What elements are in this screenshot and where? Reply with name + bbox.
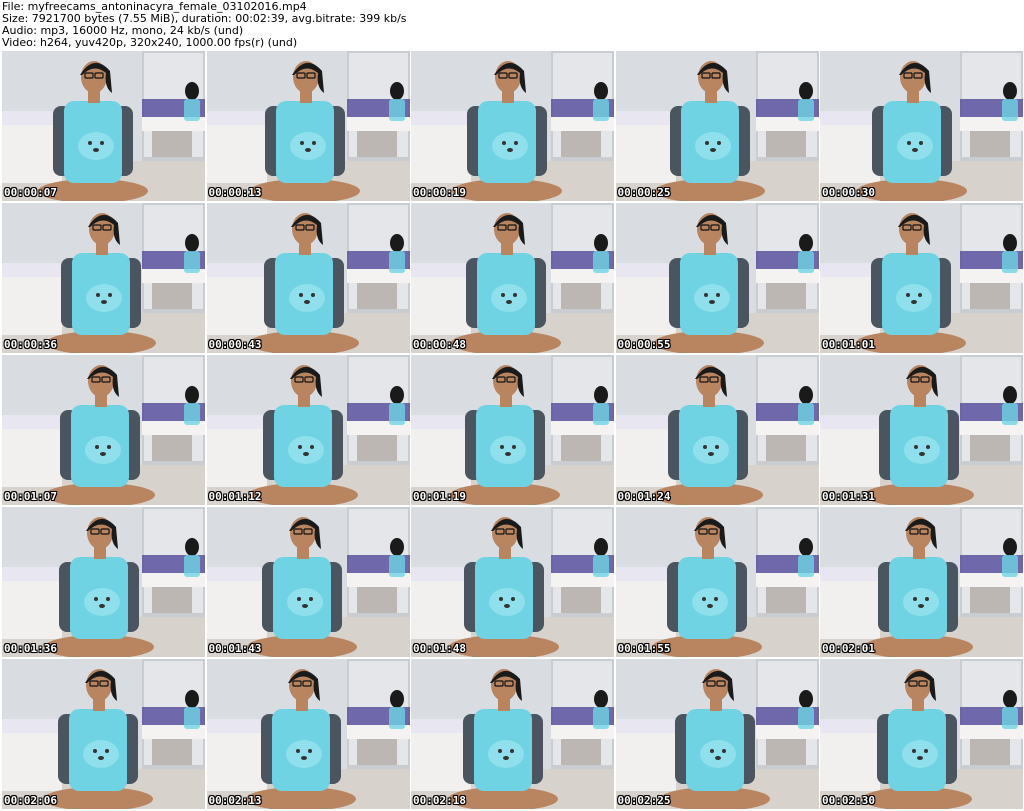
thumbnail-timestamp: 00:00:48 <box>413 338 466 351</box>
video-thumbnail[interactable]: 00:01:07 <box>2 355 205 505</box>
thumbnail-timestamp: 00:02:25 <box>617 794 671 807</box>
frame-scene <box>2 659 205 809</box>
frame-scene <box>206 355 410 505</box>
frame-scene <box>820 203 1023 353</box>
frame-scene <box>2 51 205 201</box>
thumbnail-timestamp: 00:02:06 <box>4 794 57 807</box>
frame-scene <box>615 507 819 657</box>
thumbnail-timestamp: 00:00:13 <box>208 186 262 199</box>
thumbnail-timestamp: 00:01:19 <box>413 490 466 503</box>
frame-scene <box>615 203 819 353</box>
thumbnail-timestamp: 00:01:31 <box>822 490 875 503</box>
video-thumbnail[interactable]: 00:00:43 <box>206 203 410 353</box>
thumbnail-timestamp: 00:00:30 <box>822 186 875 199</box>
thumbnail-timestamp: 00:00:55 <box>617 338 671 351</box>
frame-scene <box>820 355 1023 505</box>
frame-scene <box>615 355 819 505</box>
thumbnail-timestamp: 00:01:36 <box>4 642 57 655</box>
video-thumbnail[interactable]: 00:00:55 <box>615 203 819 353</box>
video-thumbnail[interactable]: 00:01:01 <box>820 203 1023 353</box>
frame-scene <box>2 355 205 505</box>
frame-scene <box>615 51 819 201</box>
thumbnail-timestamp: 00:00:36 <box>4 338 57 351</box>
frame-scene <box>206 203 410 353</box>
frame-scene <box>820 507 1023 657</box>
thumbnail-timestamp: 00:02:13 <box>208 794 262 807</box>
video-thumbnail[interactable]: 00:01:55 <box>615 507 819 657</box>
frame-scene <box>411 355 614 505</box>
frame-scene <box>2 507 205 657</box>
video-thumbnail[interactable]: 00:02:13 <box>206 659 410 809</box>
frame-scene <box>411 659 614 809</box>
frame-scene <box>411 51 614 201</box>
video-thumbnail[interactable]: 00:01:31 <box>820 355 1023 505</box>
thumbnail-timestamp: 00:01:12 <box>208 490 262 503</box>
thumbnail-timestamp: 00:01:55 <box>617 642 671 655</box>
frame-scene <box>206 659 410 809</box>
video-thumbnail[interactable]: 00:00:25 <box>615 51 819 201</box>
thumbnail-timestamp: 00:00:25 <box>617 186 671 199</box>
video-thumbnail[interactable]: 00:00:19 <box>411 51 614 201</box>
video-thumbnail[interactable]: 00:01:43 <box>206 507 410 657</box>
thumbnail-timestamp: 00:00:07 <box>4 186 57 199</box>
thumbnail-timestamp: 00:02:30 <box>822 794 875 807</box>
video-thumbnail[interactable]: 00:01:12 <box>206 355 410 505</box>
frame-scene <box>411 507 614 657</box>
video-thumbnail[interactable]: 00:00:48 <box>411 203 614 353</box>
video-thumbnail[interactable]: 00:00:13 <box>206 51 410 201</box>
frame-scene <box>411 203 614 353</box>
video-info-line: Video: h264, yuv420p, 320x240, 1000.00 f… <box>2 36 298 49</box>
video-thumbnail[interactable]: 00:00:36 <box>2 203 205 353</box>
video-thumbnail[interactable]: 00:01:48 <box>411 507 614 657</box>
video-thumbnail[interactable]: 00:01:36 <box>2 507 205 657</box>
thumbnail-timestamp: 00:02:18 <box>413 794 466 807</box>
video-thumbnail[interactable]: 00:02:25 <box>615 659 819 809</box>
video-thumbnail[interactable]: 00:02:01 <box>820 507 1023 657</box>
thumbnail-timestamp: 00:01:07 <box>4 490 57 503</box>
thumbnail-timestamp: 00:00:19 <box>413 186 466 199</box>
video-thumbnail[interactable]: 00:02:30 <box>820 659 1023 809</box>
frame-scene <box>820 659 1023 809</box>
video-thumbnail[interactable]: 00:00:30 <box>820 51 1023 201</box>
frame-scene <box>206 51 410 201</box>
video-thumbnail[interactable]: 00:02:18 <box>411 659 614 809</box>
thumbnail-timestamp: 00:01:01 <box>822 338 875 351</box>
video-thumbnail[interactable]: 00:02:06 <box>2 659 205 809</box>
frame-scene <box>615 659 819 809</box>
frame-scene <box>820 51 1023 201</box>
video-thumbnail[interactable]: 00:00:07 <box>2 51 205 201</box>
frame-scene <box>2 203 205 353</box>
thumbnail-timestamp: 00:02:01 <box>822 642 875 655</box>
thumbnail-timestamp: 00:01:24 <box>617 490 671 503</box>
file-info-header: File: myfreecams_antoninacyra_female_031… <box>2 1 407 49</box>
thumbnail-timestamp: 00:00:43 <box>208 338 262 351</box>
video-thumbnail[interactable]: 00:01:19 <box>411 355 614 505</box>
video-thumbnail[interactable]: 00:01:24 <box>615 355 819 505</box>
thumbnail-timestamp: 00:01:48 <box>413 642 466 655</box>
thumbnail-timestamp: 00:01:43 <box>208 642 262 655</box>
thumbnail-grid: 00:00:07 00:00:13 00:00:19 00:00:25 00:00:30… <box>2 51 1023 810</box>
frame-scene <box>206 507 410 657</box>
